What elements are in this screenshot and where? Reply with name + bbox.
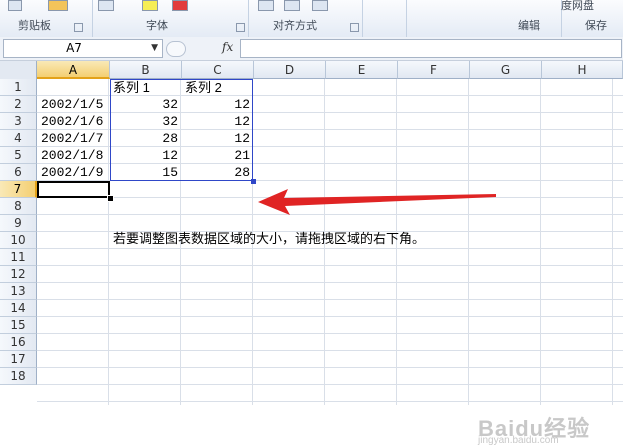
cell-c1[interactable]: 系列 2 [185,79,251,96]
select-all-button[interactable] [0,61,37,80]
baidu-pan-label[interactable]: 度网盘 [561,0,594,13]
column-header-g[interactable]: G [470,61,542,79]
row-header-18[interactable]: 18 [0,368,37,385]
cell-b6[interactable]: 15 [110,164,178,181]
formula-bar: A7 ▼ fx [0,37,623,61]
row-header-8[interactable]: 8 [0,198,37,215]
clipboard-launcher-icon[interactable] [74,23,83,32]
active-cell-a7[interactable] [37,181,110,198]
row-header-12[interactable]: 12 [0,266,37,283]
row-header-9[interactable]: 9 [0,215,37,232]
clipboard-group: 剪贴板 [0,0,93,37]
column-header-h[interactable]: H [542,61,623,79]
ribbon: 剪贴板 字体 对齐方式 编辑 度网盘 保存 [0,0,623,38]
column-header-b[interactable]: B [110,61,182,79]
alignment-launcher-icon[interactable] [350,23,359,32]
alignment-group: 对齐方式 [248,0,363,37]
row-header-4[interactable]: 4 [0,130,37,147]
cell-c3[interactable]: 12 [182,113,250,130]
red-arrow-annotation [258,189,496,215]
alignment-group-label: 对齐方式 [273,19,317,32]
font-group-label: 字体 [146,19,168,32]
wrap-text-icon[interactable] [284,0,300,11]
row-header-3[interactable]: 3 [0,113,37,130]
insert-function-icon[interactable]: fx [222,40,233,54]
save-group-label: 保存 [585,19,607,32]
range-resize-handle[interactable] [251,179,256,184]
font-color-icon[interactable] [172,0,188,11]
name-box-value: A7 [66,41,82,55]
border-icon[interactable] [98,0,114,11]
row-header-13[interactable]: 13 [0,283,37,300]
fill-color-icon[interactable] [142,0,158,11]
cell-a6[interactable]: 2002/1/9 [41,164,109,181]
formula-input[interactable] [240,39,622,58]
row-header-16[interactable]: 16 [0,334,37,351]
name-box[interactable]: A7 ▼ [3,39,163,58]
row-header-6[interactable]: 6 [0,164,37,181]
column-header-a[interactable]: A [37,61,110,79]
cell-a5[interactable]: 2002/1/8 [41,147,109,164]
baidu-watermark-url: jingyan.baidu.com [478,435,559,446]
cell-c6[interactable]: 28 [182,164,250,181]
editing-group: 编辑 [406,0,562,37]
row-header-17[interactable]: 17 [0,351,37,368]
chevron-down-icon[interactable]: ▼ [151,40,158,57]
save-group: 度网盘 保存 [561,0,623,37]
cell-b3[interactable]: 32 [110,113,178,130]
indent-icon[interactable] [258,0,274,11]
cell-c4[interactable]: 12 [182,130,250,147]
worksheet: A B C D E F G H 1 2 3 4 5 6 7 8 9 10 11 … [0,61,623,446]
row-header-2[interactable]: 2 [0,96,37,113]
row-header-14[interactable]: 14 [0,300,37,317]
arrow-shape [258,189,496,215]
row-header-15[interactable]: 15 [0,317,37,334]
cell-b9-note[interactable]: 若要调整图表数据区域的大小，请拖拽区域的右下角。 [113,230,425,247]
cell-c2[interactable]: 12 [182,96,250,113]
row-header-5[interactable]: 5 [0,147,37,164]
cell-c5[interactable]: 21 [182,147,250,164]
column-header-e[interactable]: E [326,61,398,79]
cut-icon[interactable] [8,0,22,11]
cell-a4[interactable]: 2002/1/7 [41,130,109,147]
cell-b1[interactable]: 系列 1 [113,79,179,96]
cell-b2[interactable]: 32 [110,96,178,113]
row-header-1[interactable]: 1 [0,79,37,96]
font-group: 字体 [92,0,249,37]
cell-a2[interactable]: 2002/1/5 [41,96,109,113]
font-launcher-icon[interactable] [236,23,245,32]
fill-handle[interactable] [107,195,114,202]
row-header-10[interactable]: 10 [0,232,37,249]
editing-group-label: 编辑 [518,19,540,32]
formula-bar-toggle-icon[interactable] [166,41,186,57]
clipboard-group-label: 剪贴板 [18,19,51,32]
cell-b5[interactable]: 12 [110,147,178,164]
cell-a3[interactable]: 2002/1/6 [41,113,109,130]
row-header-11[interactable]: 11 [0,249,37,266]
merge-icon[interactable] [312,0,328,11]
column-header-f[interactable]: F [398,61,470,79]
format-painter-icon[interactable] [48,0,68,11]
row-header-7[interactable]: 7 [0,181,37,198]
number-group-partial [362,0,407,37]
cell-b4[interactable]: 28 [110,130,178,147]
column-header-d[interactable]: D [254,61,326,79]
column-header-c[interactable]: C [182,61,254,79]
